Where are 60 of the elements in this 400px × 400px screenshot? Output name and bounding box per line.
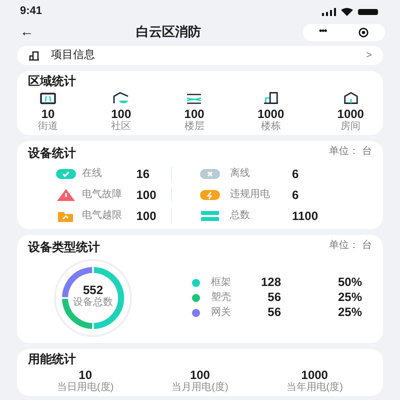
device-count: 100 [136, 208, 158, 223]
project-info-row[interactable]: 项目信息 > [17, 46, 383, 65]
stat-value: 1000 [257, 108, 284, 121]
unit-label: 单位： 台 [329, 240, 372, 254]
device-label: 违规用电 [230, 188, 271, 201]
energy-label: 当日用电(度) [56, 382, 114, 394]
stat-label: 社区 [111, 120, 132, 132]
stat-value: 1000 [337, 108, 364, 121]
device-count: 100 [136, 188, 158, 202]
legend-count: 56 [266, 290, 281, 305]
donut-total: 552 [82, 284, 104, 297]
room-icon [342, 90, 360, 105]
stat-value: 100 [111, 108, 132, 121]
legend-label: 网关 [211, 306, 232, 319]
building-icon [28, 50, 40, 60]
project-info-label: 项目信息 [51, 48, 96, 62]
energy-label: 当年用电(度) [286, 382, 343, 394]
street-icon [39, 90, 57, 105]
unit-label: 单位： 台 [329, 146, 372, 160]
card-title: 区域统计 [28, 74, 77, 88]
energy-value: 100 [190, 369, 210, 382]
target-icon[interactable] [358, 26, 370, 38]
page-title: 白云区消防 [136, 24, 201, 40]
back-arrow[interactable]: ← [20, 25, 34, 39]
legend-share: 25% [336, 290, 362, 305]
stat-value: 100 [184, 108, 204, 121]
community-icon [112, 90, 130, 105]
stat-label: 房间 [340, 120, 361, 132]
chevron-icon: > [366, 50, 372, 62]
legend-count: 128 [260, 275, 281, 290]
device-label: 电气故障 [82, 188, 124, 201]
stat-label: 楼栋 [260, 120, 281, 132]
legend-label: 框架 [211, 276, 232, 289]
energy-label: 当月用电(度) [172, 382, 228, 394]
device-label: 离线 [230, 168, 251, 180]
card-title: 设备统计 [28, 146, 76, 160]
status-icons [322, 8, 380, 16]
device-label: 电气越限 [82, 210, 124, 222]
device-count: 6 [292, 166, 300, 181]
building-icon [262, 90, 280, 105]
legend-share: 50% [336, 275, 362, 290]
card-title: 用能统计 [28, 352, 77, 366]
card-title: 设备类型统计 [28, 240, 100, 255]
device-count: 6 [292, 188, 300, 202]
stat-label: 楼层 [184, 120, 204, 132]
device-label: 在线 [82, 168, 104, 180]
energy-value: 1000 [301, 369, 328, 382]
status-time: 9:41 [20, 5, 42, 19]
capsule-menu[interactable]: ••• [303, 24, 385, 40]
device-count: 1100 [292, 208, 320, 223]
legend-share: 25% [336, 305, 362, 320]
stat-label: 街道 [38, 120, 58, 132]
device-count: 16 [136, 166, 151, 181]
device-label: 总数 [230, 210, 251, 222]
legend-label: 塑壳 [211, 292, 232, 304]
energy-value: 10 [78, 369, 92, 382]
legend-count: 56 [266, 305, 281, 320]
more-icon[interactable]: ••• [318, 26, 326, 38]
donut-total-label: 设备总数 [73, 296, 113, 308]
stat-value: 10 [41, 108, 55, 121]
